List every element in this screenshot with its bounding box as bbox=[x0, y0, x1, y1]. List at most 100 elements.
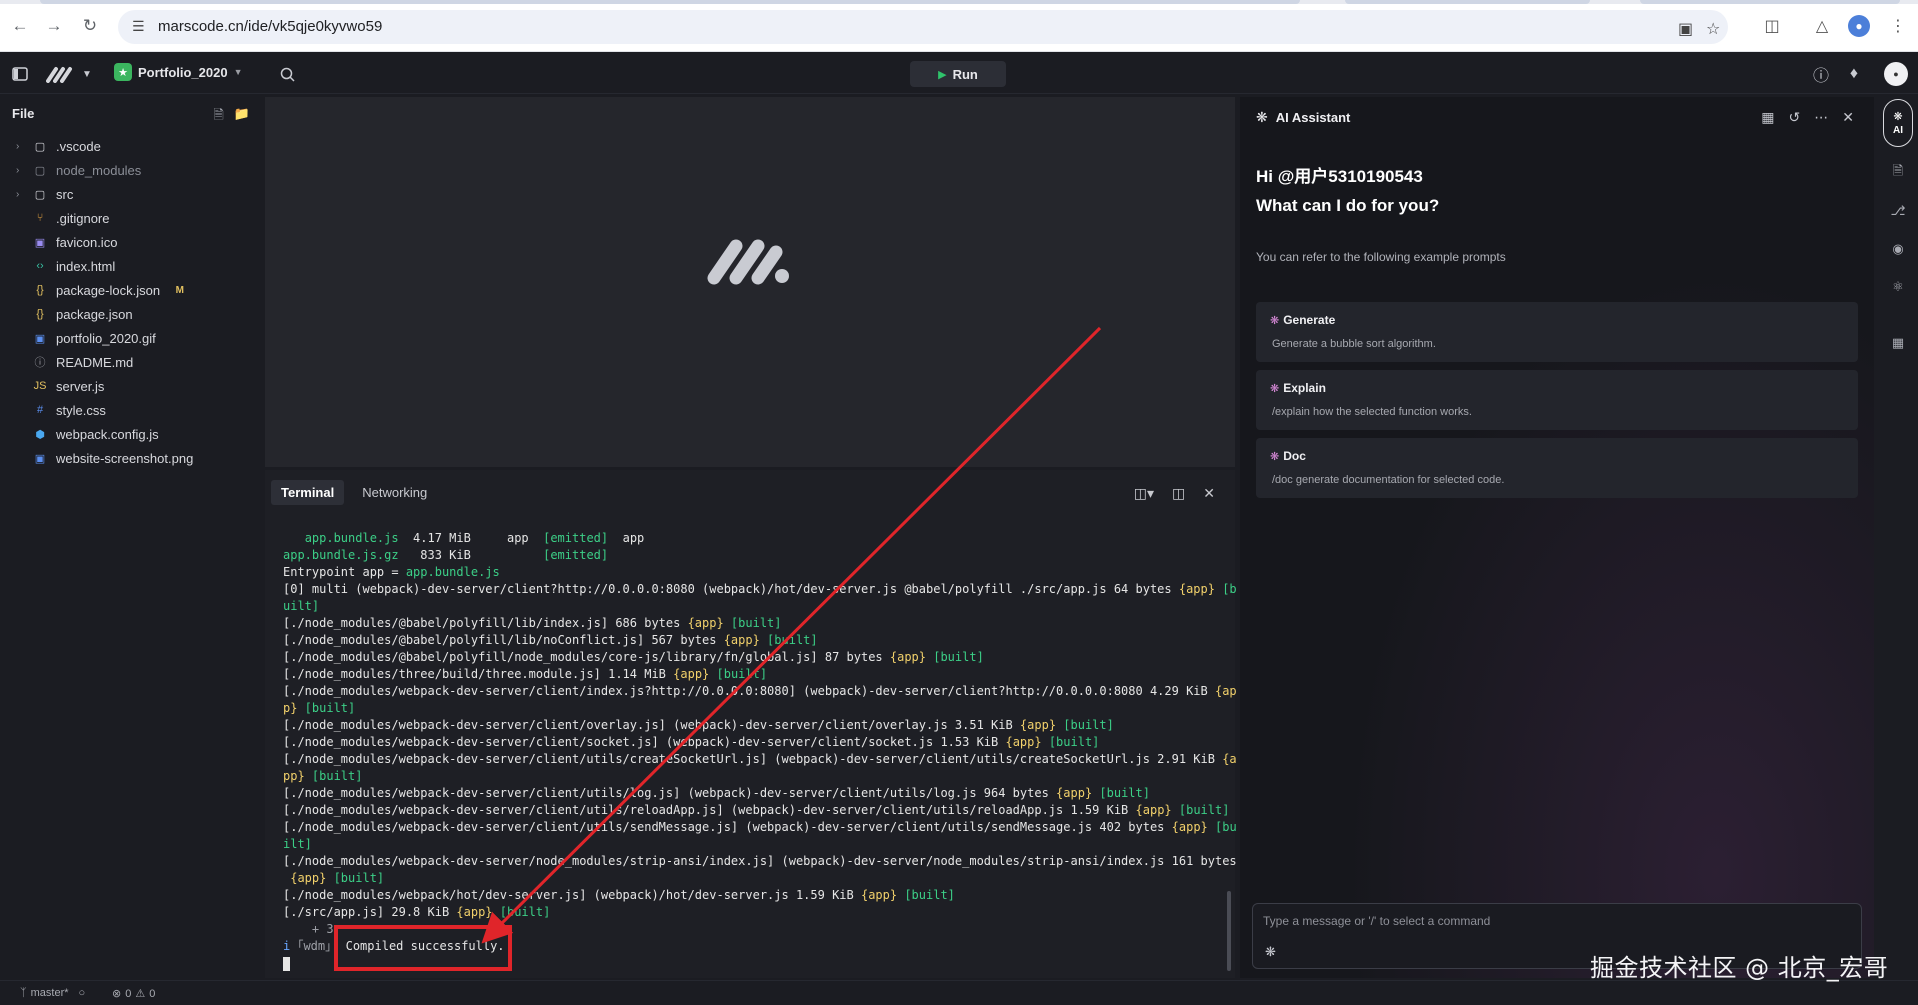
install-app-icon[interactable]: ▣ bbox=[1678, 19, 1693, 39]
project-selector[interactable]: ★ Portfolio_2020 ▼ bbox=[114, 63, 243, 81]
terminal-line: ilt] bbox=[283, 836, 1213, 853]
git-branch-status[interactable]: ᛉ master* ○ bbox=[20, 987, 85, 999]
file-search-icon[interactable]: 🗎 bbox=[1889, 163, 1907, 182]
tab-networking[interactable]: Networking bbox=[352, 480, 437, 505]
terminal-line: p} [built] bbox=[283, 700, 1213, 717]
terminal-line: [./node_modules/@babel/polyfill/lib/noCo… bbox=[283, 632, 1213, 649]
json-icon: {} bbox=[36, 284, 44, 296]
prompt-card-explain[interactable]: ❋ Explain /explain how the selected funct… bbox=[1256, 370, 1858, 430]
file-tree-item[interactable]: ⬢ webpack.config.js bbox=[0, 422, 264, 446]
split-layout-icon[interactable]: ◫▾ bbox=[1134, 485, 1154, 502]
terminal-line: [./node_modules/webpack/hot/dev-server.j… bbox=[283, 887, 1213, 904]
run-button[interactable]: ▶ Run bbox=[910, 61, 1006, 87]
terminal-text-segment: {app} bbox=[456, 905, 493, 919]
file-tree-item[interactable]: ▣ portfolio_2020.gif bbox=[0, 326, 264, 350]
terminal-text-segment: pp} bbox=[283, 769, 305, 783]
terminal-text-segment: [./node_modules/webpack-dev-server/clien… bbox=[283, 786, 1057, 800]
file-tree: › ▢ .vscode › ▢ node_modules › ▢ src ⑂ .gitignore ▣… bbox=[0, 134, 264, 470]
file-tree-item[interactable]: › ▢ src bbox=[0, 182, 264, 206]
notification-bell-icon[interactable]: ♦ bbox=[1844, 64, 1864, 84]
sparkle-icon: ❋ bbox=[1270, 314, 1280, 327]
file-tree-item[interactable]: JS server.js bbox=[0, 374, 264, 398]
reload-icon[interactable]: ↻ bbox=[78, 14, 102, 38]
sparkle-icon[interactable]: ❋ bbox=[1265, 944, 1276, 960]
extensions-icon[interactable]: ◫ bbox=[1760, 14, 1784, 38]
json-icon: {} bbox=[36, 308, 44, 320]
labs-flask-icon[interactable]: △ bbox=[1810, 14, 1834, 38]
maximize-panel-icon[interactable]: ◫ bbox=[1172, 485, 1185, 502]
tab-strip bbox=[0, 0, 1918, 4]
tab-terminal[interactable]: Terminal bbox=[271, 480, 345, 505]
file-tree-item[interactable]: {} package-lock.json M bbox=[0, 278, 264, 302]
history-icon[interactable]: ↺ bbox=[1789, 109, 1801, 126]
site-watermark: 掘金技术社区 @ 北京_宏哥 bbox=[1590, 954, 1889, 982]
browser-menu-icon[interactable]: ⋮ bbox=[1886, 14, 1910, 38]
close-icon[interactable]: ✕ bbox=[1842, 109, 1854, 126]
file-tree-item[interactable]: › ▢ node_modules bbox=[0, 158, 264, 182]
chevron-down-icon[interactable]: ▼ bbox=[80, 66, 94, 82]
folder-icon: ▢ bbox=[34, 188, 46, 201]
terminal-line: [./node_modules/webpack-dev-server/clien… bbox=[283, 717, 1213, 734]
debug-bug-icon[interactable]: ⚛ bbox=[1889, 278, 1907, 296]
terminal-text-segment: ilt] bbox=[283, 837, 312, 851]
warning-icon: ⚠ bbox=[135, 988, 146, 1000]
file-tree-item[interactable]: ▣ favicon.ico bbox=[0, 230, 264, 254]
bookmark-star-icon[interactable]: ☆ bbox=[1706, 19, 1720, 39]
terminal-text-segment: [./node_modules/webpack-dev-server/node_… bbox=[283, 854, 1237, 868]
problems-status[interactable]: ⊗ 0 ⚠ 0 bbox=[112, 987, 155, 1001]
file-name: favicon.ico bbox=[56, 234, 118, 250]
css-icon: # bbox=[36, 404, 44, 416]
more-options-icon[interactable]: ⋯ bbox=[1814, 109, 1828, 126]
terminal-line: pp} [built] bbox=[283, 768, 1213, 785]
url-text[interactable]: marscode.cn/ide/vk5qje0kyvwo59 bbox=[158, 18, 382, 35]
terminal-line: [./node_modules/@babel/polyfill/node_mod… bbox=[283, 649, 1213, 666]
file-name: .gitignore bbox=[56, 210, 110, 226]
file-tree-item[interactable]: # style.css bbox=[0, 398, 264, 422]
terminal-line: [./node_modules/three/build/three.module… bbox=[283, 666, 1213, 683]
sidebar-toggle-icon[interactable] bbox=[10, 64, 30, 84]
search-icon[interactable] bbox=[277, 64, 297, 84]
terminal-text-segment: [built] bbox=[492, 905, 551, 919]
user-avatar-icon[interactable]: ● bbox=[1884, 62, 1908, 86]
terminal-text-segment: [./node_modules/@babel/polyfill/node_mod… bbox=[283, 650, 890, 664]
file-tree-item[interactable]: ▣ website-screenshot.png bbox=[0, 446, 264, 470]
preview-eye-icon[interactable]: ◉ bbox=[1889, 240, 1907, 258]
file-explorer-title: File bbox=[12, 106, 35, 121]
forward-icon[interactable]: → bbox=[42, 14, 66, 38]
terminal-output[interactable]: app.bundle.js 4.17 MiB app [emitted] app… bbox=[283, 530, 1237, 972]
project-logo-icon: ★ bbox=[114, 63, 132, 81]
address-bar[interactable]: ☰ marscode.cn/ide/vk5qje0kyvwo59 ▣ ☆ bbox=[118, 10, 1728, 44]
file-tree-item[interactable]: ‹› index.html bbox=[0, 254, 264, 278]
prompt-card-generate[interactable]: ❋ Generate Generate a bubble sort algorit… bbox=[1256, 302, 1858, 362]
file-tree-item[interactable]: ⑂ .gitignore bbox=[0, 206, 264, 230]
help-icon[interactable]: ⓘ bbox=[1811, 64, 1831, 85]
extensions-grid-icon[interactable]: ▦ bbox=[1889, 334, 1907, 352]
close-icon[interactable]: ✕ bbox=[1203, 485, 1215, 502]
terminal-text-segment: {app} bbox=[1171, 820, 1208, 834]
terminal-text-segment: [./node_modules/webpack-dev-server/clien… bbox=[283, 820, 1172, 834]
file-tree-item[interactable]: {} package.json bbox=[0, 302, 264, 326]
terminal-text-segment: {app} bbox=[1005, 735, 1042, 749]
example-prompts-hint: You can refer to the following example p… bbox=[1256, 250, 1506, 264]
file-name: index.html bbox=[56, 258, 116, 274]
terminal-text-segment: 4.17 MiB app bbox=[398, 531, 544, 545]
new-chat-icon[interactable]: ▦ bbox=[1761, 109, 1774, 126]
terminal-line: [./node_modules/webpack-dev-server/clien… bbox=[283, 734, 1213, 751]
terminal-text-segment: [built] bbox=[1041, 735, 1100, 749]
new-folder-icon[interactable]: 📁 bbox=[234, 106, 250, 128]
terminal-line: app.bundle.js 4.17 MiB app [emitted] app bbox=[283, 530, 1213, 547]
file-tree-item[interactable]: ⓘ README.md bbox=[0, 350, 264, 374]
terminal-text-segment: [emitted] bbox=[543, 531, 609, 545]
terminal-text-segment: app bbox=[608, 531, 645, 545]
ai-side-tab[interactable]: ❋ AI bbox=[1883, 99, 1913, 147]
new-file-icon[interactable]: 🗎 bbox=[213, 106, 223, 128]
profile-avatar-icon[interactable]: ● bbox=[1848, 15, 1870, 37]
marscode-logo-icon[interactable] bbox=[46, 64, 76, 84]
file-tree-item[interactable]: › ▢ .vscode bbox=[0, 134, 264, 158]
back-icon[interactable]: ← bbox=[8, 14, 32, 38]
source-control-icon[interactable]: ⎇ bbox=[1889, 202, 1907, 220]
prompt-card-doc[interactable]: ❋ Doc /doc generate documentation for sel… bbox=[1256, 438, 1858, 498]
site-info-icon[interactable]: ☰ bbox=[132, 18, 145, 35]
terminal-scrollbar[interactable] bbox=[1225, 526, 1231, 971]
terminal-text-segment: {app} bbox=[1178, 582, 1215, 596]
